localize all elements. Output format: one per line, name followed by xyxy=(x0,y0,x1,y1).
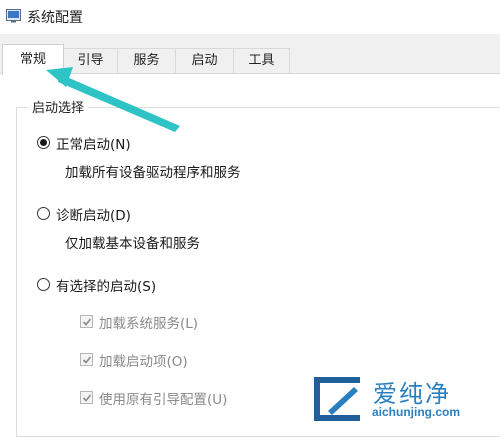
annotation-arrow xyxy=(46,67,180,132)
